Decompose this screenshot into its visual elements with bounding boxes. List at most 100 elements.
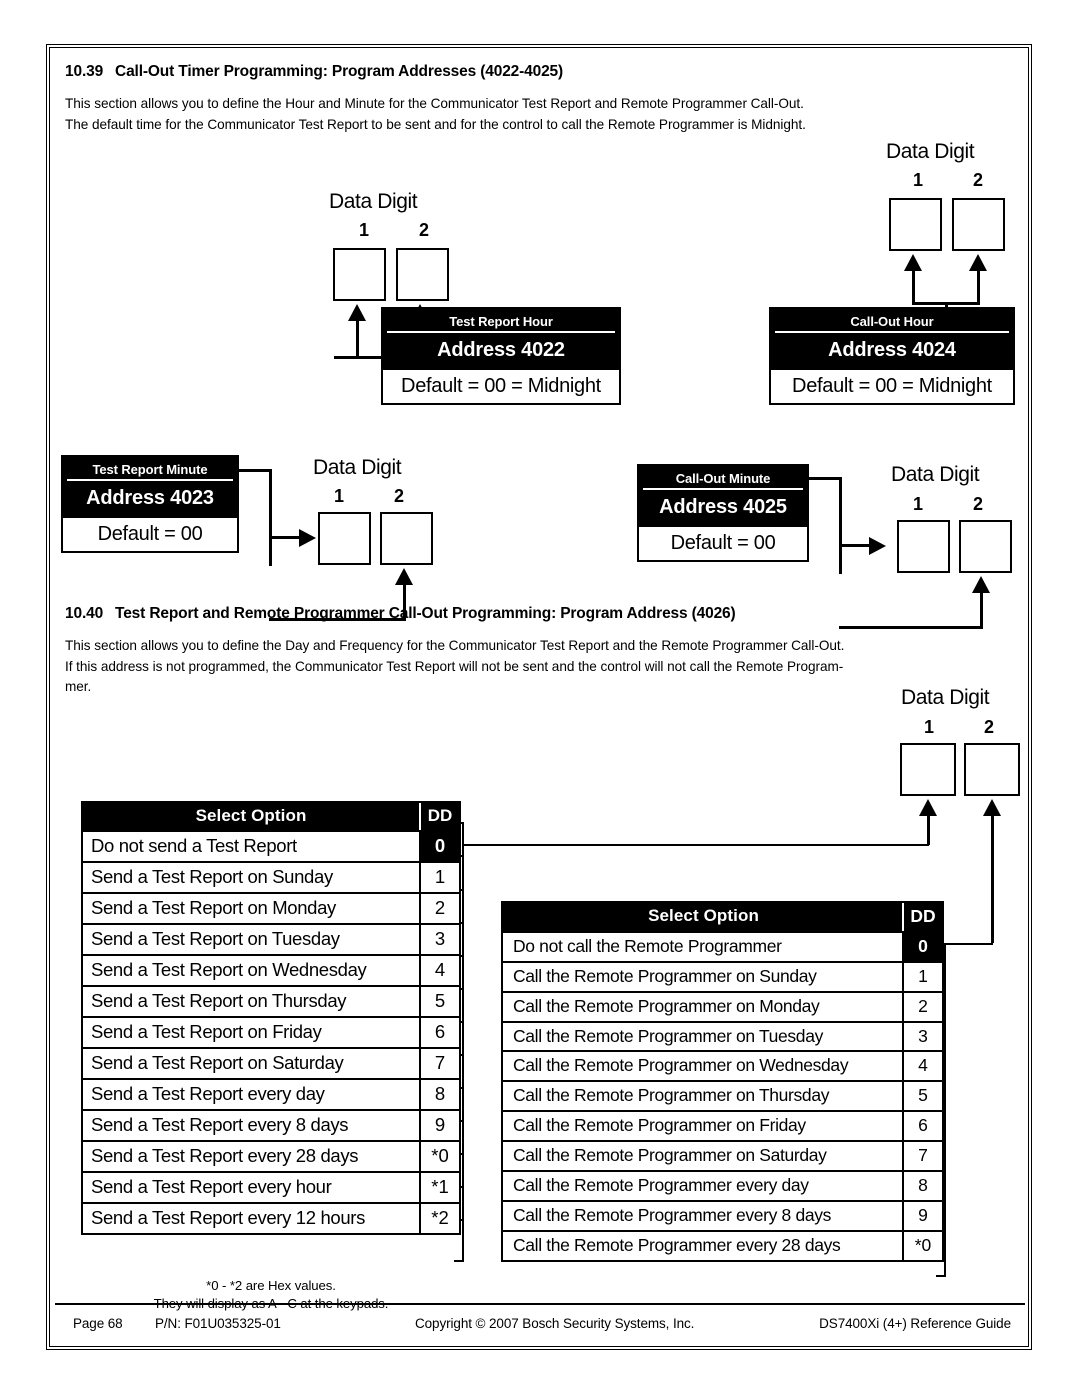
data-digit-box-2[interactable]: [396, 248, 449, 301]
arrow-up-icon: [904, 254, 922, 271]
table-row[interactable]: Do not send a Test Report 0: [83, 832, 459, 864]
option-dd-value: 5: [419, 987, 459, 1017]
data-digit-box-1[interactable]: [900, 743, 956, 796]
option-dd-value: 8: [902, 1172, 942, 1200]
data-digit-caption: Data Digit: [901, 686, 990, 709]
option-dd-value: 8: [419, 1080, 459, 1110]
option-table-remote-programmer: Select Option DD Do not call the Remote …: [501, 901, 944, 1262]
address-block-4025: Call-Out Minute Address 4025 Default = 0…: [637, 464, 809, 562]
data-digit-index-2: 2: [419, 220, 430, 240]
option-dd-value: 7: [419, 1049, 459, 1079]
table-row[interactable]: Send a Test Report every 12 hours *2: [83, 1203, 459, 1233]
table-row[interactable]: Call the Remote Programmer on Friday 6: [503, 1112, 942, 1143]
option-dd-value: *0: [419, 1142, 459, 1172]
data-digit-box-1[interactable]: [318, 512, 371, 565]
table-row[interactable]: Send a Test Report every 8 days 9: [83, 1111, 459, 1143]
table-row[interactable]: Send a Test Report on Sunday 1: [83, 863, 459, 895]
arrow-up-icon: [972, 576, 990, 593]
option-label: Send a Test Report every 12 hours: [91, 1206, 365, 1228]
option-label: Send a Test Report every day: [91, 1083, 325, 1105]
table-row[interactable]: Call the Remote Programmer on Wednesday …: [503, 1052, 942, 1083]
data-digit-caption: Data Digit: [329, 190, 418, 213]
data-digit-index-1: 1: [913, 494, 924, 514]
arrow-up-icon: [348, 304, 366, 321]
table-row[interactable]: Call the Remote Programmer on Monday 2: [503, 992, 942, 1023]
section-number: 10.40: [65, 605, 104, 622]
option-dd-value: 2: [419, 894, 459, 924]
section-heading-10-40: 10.40 Test Report and Remote Programmer C…: [65, 605, 736, 623]
connector-line-4025-digit1: [839, 544, 871, 547]
connector-4026-digit2-stem: [991, 815, 994, 943]
footer-copyright: Copyright © 2007 Bosch Security Systems,…: [415, 1316, 695, 1331]
option-dd-value: 0: [902, 932, 942, 961]
brace-tick: [454, 1260, 464, 1262]
data-digit-box-1[interactable]: [897, 520, 950, 573]
section-10-39-paragraph: This section allows you to define the Ho…: [65, 94, 1015, 135]
option-dd-value: 2: [902, 992, 942, 1021]
table-row[interactable]: Call the Remote Programmer on Thursday 5: [503, 1082, 942, 1113]
column-header-dd: DD: [419, 803, 459, 831]
option-dd-value: 7: [902, 1142, 942, 1171]
table-row[interactable]: Call the Remote Programmer on Tuesday 3: [503, 1022, 942, 1053]
brace-table1-dd: [462, 822, 464, 1262]
data-digit-index-1: 1: [359, 220, 370, 240]
table-row[interactable]: Send a Test Report every hour *1: [83, 1173, 459, 1204]
connector-line-4025-top: [807, 477, 841, 480]
address-block-4023: Test Report Minute Address 4023 Default …: [61, 455, 239, 553]
table-row[interactable]: Send a Test Report on Friday 6: [83, 1018, 459, 1050]
table-row[interactable]: Send a Test Report every day 8: [83, 1080, 459, 1112]
address-block-number: Address 4025: [639, 490, 807, 525]
footnote-line: *0 - *2 are Hex values.: [206, 1278, 336, 1293]
connector-line-4025-digit2: [980, 593, 983, 628]
connector-line-4023-down: [269, 469, 272, 566]
table-row[interactable]: Do not call the Remote Programmer 0: [503, 932, 942, 963]
data-digit-index-2: 2: [973, 494, 984, 514]
data-digit-box-1[interactable]: [889, 198, 942, 251]
table-row[interactable]: Send a Test Report every 28 days *0: [83, 1142, 459, 1174]
section-heading-10-39: 10.39 Call-Out Timer Programming: Program…: [65, 63, 563, 81]
data-digit-index-2: 2: [973, 170, 984, 190]
data-digit-box-1[interactable]: [333, 248, 386, 301]
data-digit-box-2[interactable]: [959, 520, 1012, 573]
option-label: Send a Test Report on Wednesday: [91, 959, 367, 981]
data-digit-box-2[interactable]: [952, 198, 1005, 251]
option-dd-value: 6: [902, 1112, 942, 1141]
table-row[interactable]: Call the Remote Programmer on Sunday 1: [503, 962, 942, 993]
data-digit-index-1: 1: [334, 486, 345, 506]
option-dd-value: 9: [902, 1201, 942, 1230]
arrow-up-icon: [395, 568, 413, 585]
option-label: Call the Remote Programmer on Wednesday: [513, 1055, 849, 1076]
table-row[interactable]: Call the Remote Programmer every day 8: [503, 1172, 942, 1202]
data-digit-box-2[interactable]: [380, 512, 433, 565]
data-digit-caption: Data Digit: [886, 140, 975, 163]
option-dd-value: 4: [902, 1052, 942, 1081]
connector-table1-to-digit1: [464, 844, 929, 846]
table-row[interactable]: Call the Remote Programmer every 8 days …: [503, 1201, 942, 1232]
section-10-40-paragraph: This section allows you to define the Da…: [65, 636, 1015, 698]
table-row[interactable]: Send a Test Report on Wednesday 4: [83, 956, 459, 988]
option-dd-value: 9: [419, 1111, 459, 1141]
connector-table2-to-digit2: [946, 943, 993, 945]
address-block-number: Address 4024: [771, 333, 1013, 368]
data-digit-index-1: 1: [924, 717, 935, 737]
page-footer: Page 68 P/N: F01U035325-01 Copyright © 2…: [55, 1303, 1025, 1343]
table-header-row: Select Option DD: [503, 903, 942, 933]
option-label: Call the Remote Programmer every 8 days: [513, 1204, 832, 1225]
option-label: Send a Test Report on Friday: [91, 1021, 322, 1043]
data-digit-index-1: 1: [913, 170, 924, 190]
table-row[interactable]: Send a Test Report on Saturday 7: [83, 1049, 459, 1081]
data-digit-caption: Data Digit: [313, 456, 402, 479]
arrow-right-icon: [869, 537, 886, 555]
connector-4026-digit1-stem: [927, 815, 930, 845]
arrow-up-icon: [969, 254, 987, 271]
option-label: Send a Test Report on Tuesday: [91, 928, 340, 950]
table-row[interactable]: Send a Test Report on Monday 2: [83, 894, 459, 926]
data-digit-box-2[interactable]: [964, 743, 1020, 796]
option-label: Do not send a Test Report: [91, 835, 297, 857]
table-row[interactable]: Send a Test Report on Thursday 5: [83, 987, 459, 1019]
table-row[interactable]: Call the Remote Programmer on Saturday 7: [503, 1142, 942, 1173]
paragraph-line: This section allows you to define the Da…: [65, 638, 845, 653]
table-row[interactable]: Call the Remote Programmer every 28 days…: [503, 1231, 942, 1260]
table-header-row: Select Option DD: [83, 803, 459, 833]
table-row[interactable]: Send a Test Report on Tuesday 3: [83, 925, 459, 957]
